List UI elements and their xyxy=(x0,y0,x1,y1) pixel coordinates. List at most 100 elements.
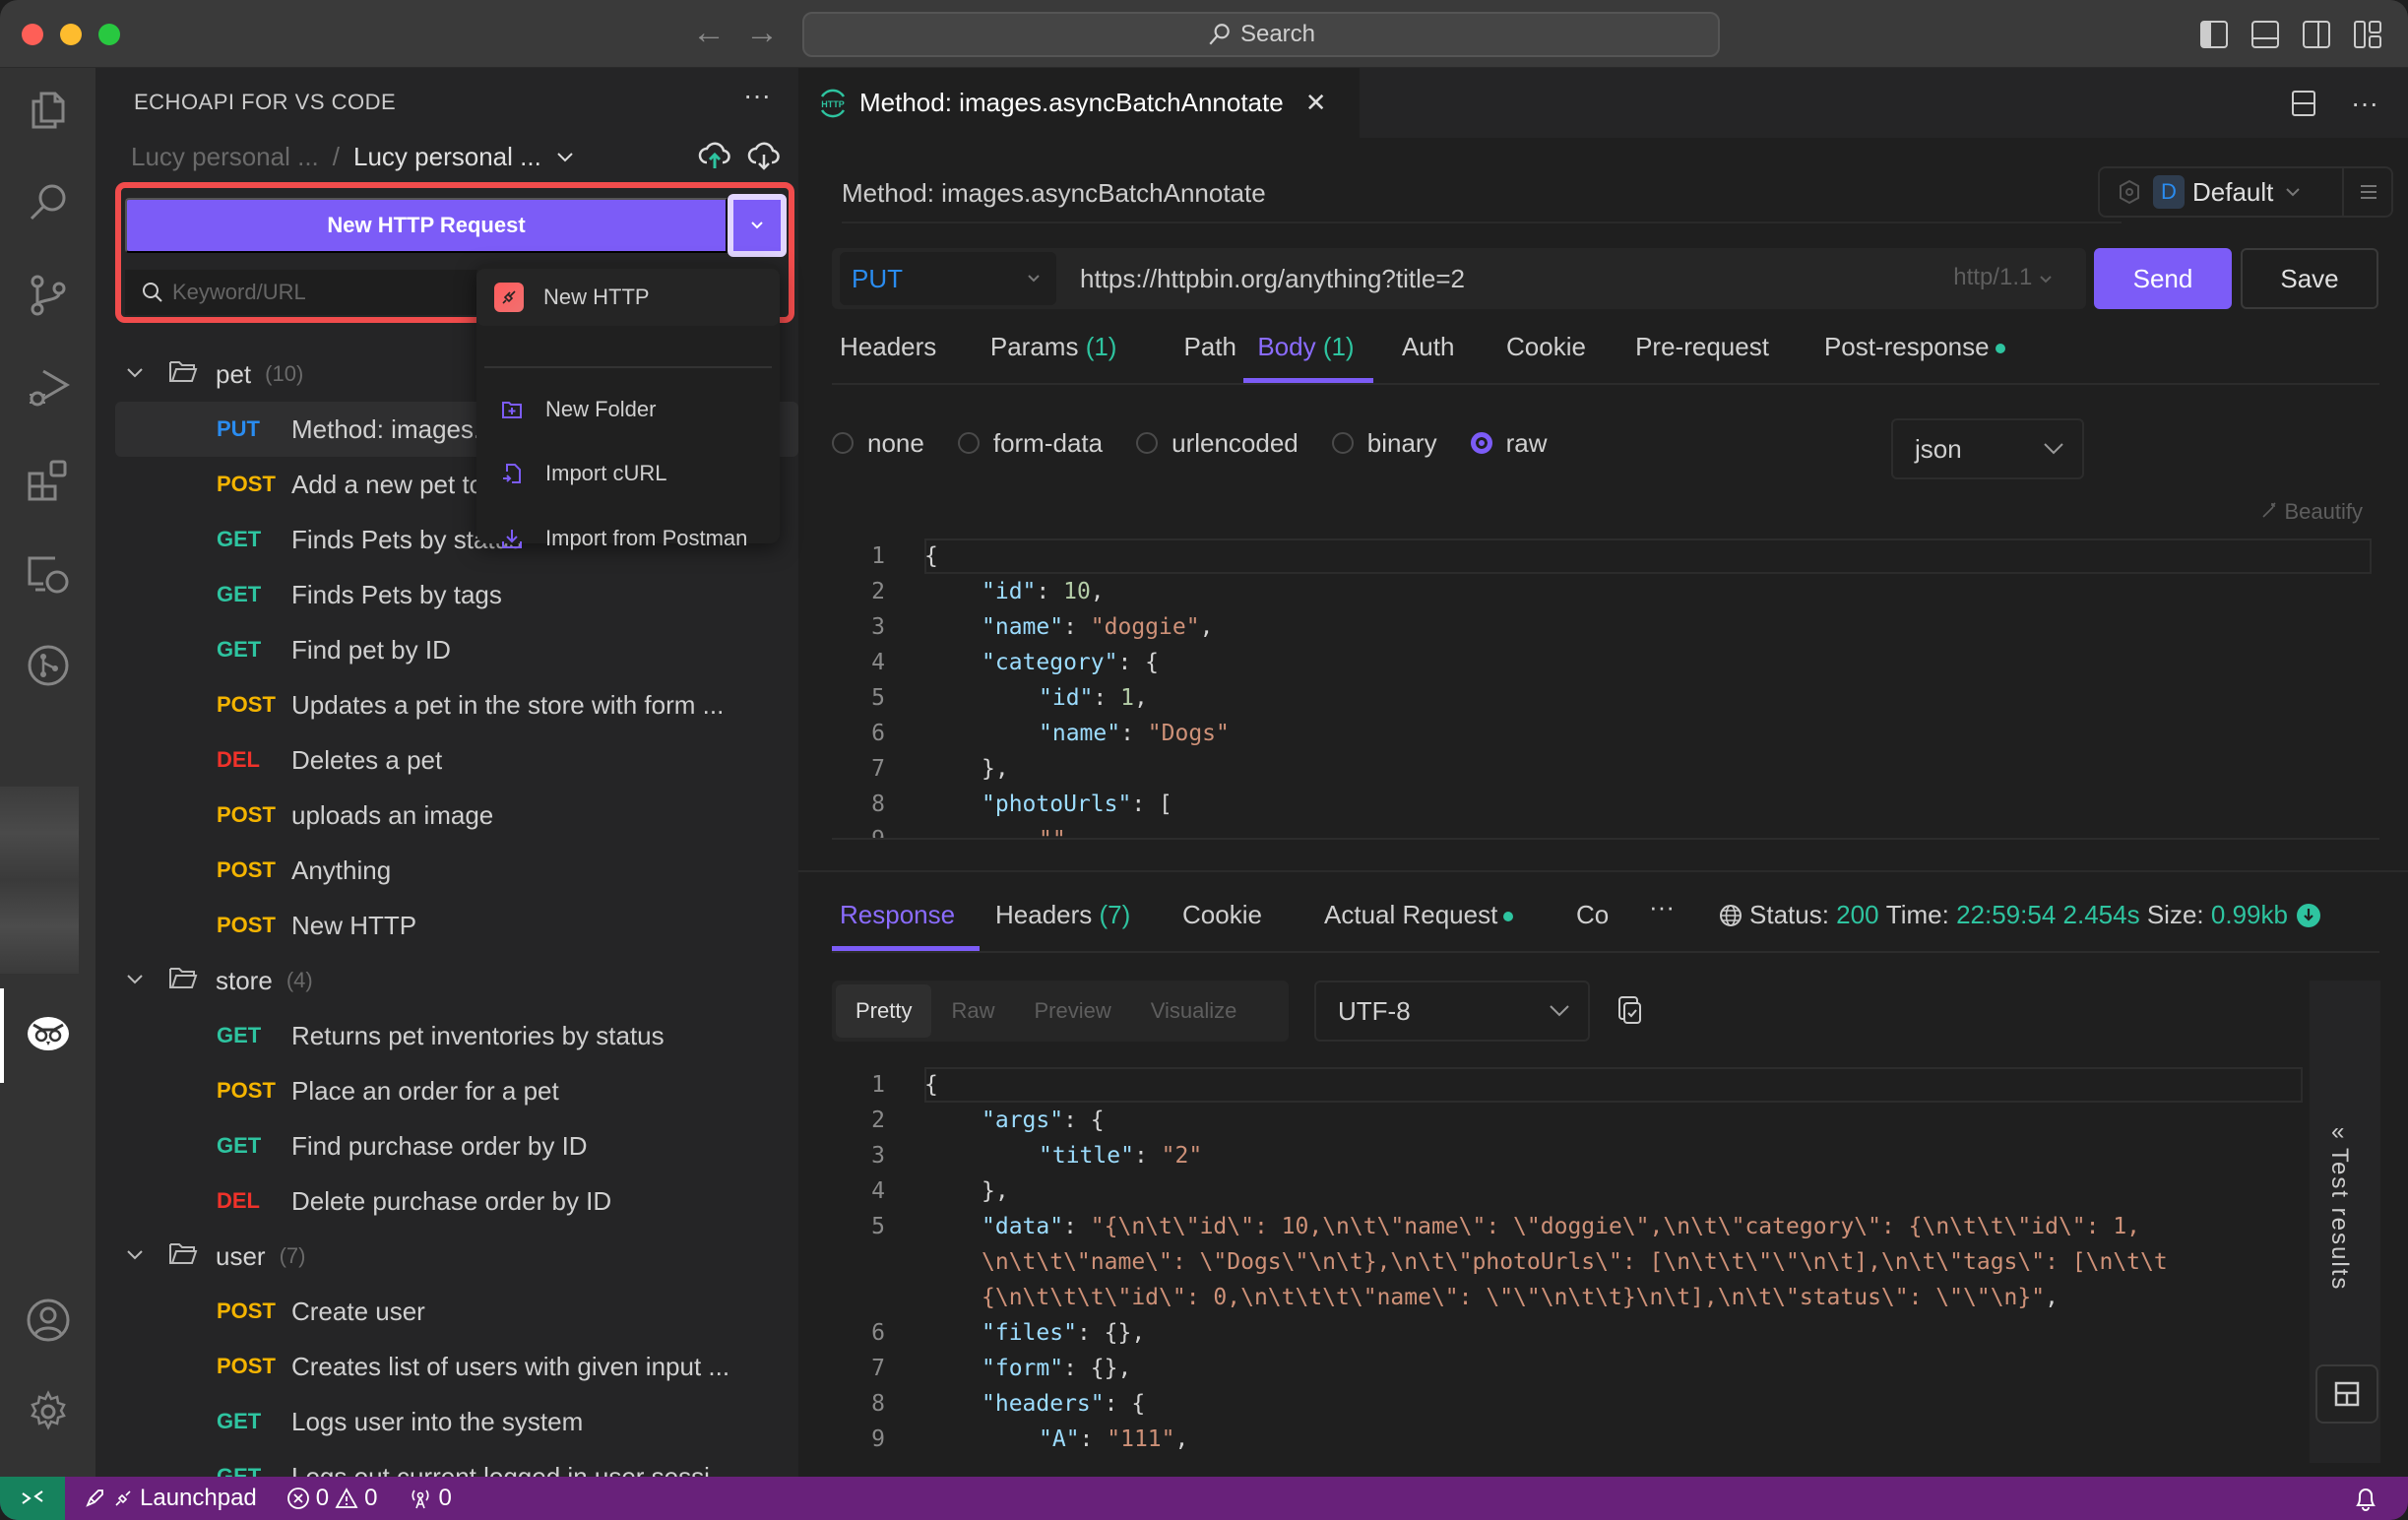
response-body-viewer[interactable]: 1{2 "args": {3 "title": "2" 4}, 5 "data": "{\… xyxy=(832,1067,2309,1451)
method-select[interactable]: PUT xyxy=(840,252,1056,305)
sidebar-more-icon[interactable]: ··· xyxy=(743,80,771,111)
accounts-icon[interactable] xyxy=(24,1296,73,1345)
extensions-icon[interactable] xyxy=(24,456,73,505)
remote-indicator[interactable] xyxy=(0,1477,65,1520)
save-button[interactable]: Save xyxy=(2241,248,2378,309)
tab-method-images-asyncbatchannotate[interactable]: HTTP Method: images.asyncBatchAnnotate ✕ xyxy=(798,68,1360,138)
request-item[interactable]: POST Place an order for a pet xyxy=(95,1063,798,1118)
problems-item[interactable]: 0 0 xyxy=(286,1485,378,1512)
toggle-secondary-sidebar-icon[interactable] xyxy=(2302,20,2331,49)
notifications-bell-icon[interactable] xyxy=(2353,1485,2378,1512)
radio-button[interactable] xyxy=(1331,432,1354,454)
body-type-raw[interactable]: raw xyxy=(1470,428,1548,459)
request-item[interactable]: GET Returns pet inventories by status xyxy=(95,1008,798,1063)
minimize-window-button[interactable] xyxy=(60,24,82,45)
request-item[interactable]: POST Updates a pet in the store with form… xyxy=(95,677,798,732)
request-item[interactable]: POST Create user xyxy=(95,1284,798,1339)
tab-path[interactable]: Path xyxy=(1183,332,1236,362)
folder-store[interactable]: store (4) xyxy=(95,953,798,1008)
more-tabs-icon[interactable]: ··· xyxy=(1649,892,1675,922)
menu-item-new-http[interactable]: New HTTP xyxy=(476,269,780,326)
menu-item-import-curl[interactable]: Import cURL xyxy=(476,449,780,498)
request-item[interactable]: POST Creates list of users with given inp… xyxy=(95,1339,798,1394)
encoding-select[interactable]: UTF-8 xyxy=(1314,981,1590,1042)
customize-layout-icon[interactable] xyxy=(2353,20,2382,49)
tab-auth[interactable]: Auth xyxy=(1402,332,1455,362)
forward-arrow-icon[interactable]: → xyxy=(745,14,779,52)
menu-item-new-folder[interactable]: New Folder xyxy=(476,385,780,434)
chevron-down-icon[interactable] xyxy=(125,970,149,992)
breadcrumb-workspace[interactable]: Lucy personal ... xyxy=(131,142,319,172)
tab-pre-request[interactable]: Pre-request xyxy=(1635,332,1769,362)
tab-params[interactable]: Params (1) xyxy=(990,332,1117,362)
command-center-search[interactable]: Search xyxy=(802,12,1720,57)
chevron-down-icon[interactable] xyxy=(125,363,149,386)
tab-body[interactable]: Body (1) xyxy=(1257,332,1354,362)
new-request-dropdown-button[interactable] xyxy=(728,194,787,257)
radio-button[interactable] xyxy=(1470,432,1492,454)
explorer-icon[interactable] xyxy=(24,86,73,135)
breadcrumb-project[interactable]: Lucy personal ... xyxy=(353,142,541,172)
raw-format-select[interactable]: json xyxy=(1891,418,2084,479)
more-actions-icon[interactable]: ··· xyxy=(2351,88,2378,119)
tab-post-response[interactable]: Post-response xyxy=(1824,332,2005,362)
split-editor-icon[interactable] xyxy=(2290,90,2317,117)
body-type-none[interactable]: none xyxy=(832,428,924,459)
layout-toggle-button[interactable] xyxy=(2315,1364,2378,1424)
tab-headers[interactable]: Headers xyxy=(840,332,936,362)
request-item[interactable]: GET Find purchase order by ID xyxy=(95,1118,798,1173)
beautify-button[interactable]: Beautify xyxy=(2260,499,2363,525)
body-type-binary[interactable]: binary xyxy=(1331,428,1437,459)
request-item[interactable]: POST uploads an image xyxy=(95,788,798,843)
cloud-upload-icon[interactable] xyxy=(698,139,731,172)
back-arrow-icon[interactable]: ← xyxy=(692,14,726,52)
request-item[interactable]: DEL Delete purchase order by ID xyxy=(95,1173,798,1229)
radio-button[interactable] xyxy=(957,432,980,454)
environment-selector[interactable]: D Default xyxy=(2098,166,2393,218)
body-type-urlencoded[interactable]: urlencoded xyxy=(1136,428,1299,459)
request-item[interactable]: POST New HTTP xyxy=(95,898,798,953)
close-tab-icon[interactable]: ✕ xyxy=(1305,88,1327,118)
chevron-down-icon[interactable] xyxy=(125,1245,149,1268)
test-results-panel[interactable]: « Test results xyxy=(2310,981,2380,1463)
environment-menu-icon[interactable] xyxy=(2358,181,2379,203)
view-mode-preview[interactable]: Preview xyxy=(1014,984,1130,1038)
maximize-window-button[interactable] xyxy=(98,24,120,45)
send-button[interactable]: Send xyxy=(2094,248,2232,309)
remote-explorer-icon[interactable] xyxy=(24,548,73,598)
settings-gear-icon[interactable] xyxy=(24,1387,73,1436)
ports-item[interactable]: 0 xyxy=(408,1485,452,1512)
response-tab-cookie[interactable]: Cookie xyxy=(1182,900,1262,930)
response-tab-actual-request[interactable]: Actual Request xyxy=(1324,900,1514,930)
chevrons-left-icon[interactable]: « xyxy=(2331,1118,2344,1146)
view-mode-visualize[interactable]: Visualize xyxy=(1131,984,1257,1038)
launchpad-item[interactable]: Launchpad xyxy=(83,1485,257,1512)
copy-icon[interactable] xyxy=(1616,995,1645,1027)
source-control-icon[interactable] xyxy=(24,271,73,320)
close-window-button[interactable] xyxy=(22,24,43,45)
request-item[interactable]: GET Finds Pets by tags xyxy=(95,567,798,622)
http-version-select[interactable]: http/1.1 xyxy=(1953,264,2053,291)
request-name[interactable]: Method: images.asyncBatchAnnotate xyxy=(842,178,1266,209)
request-item[interactable]: POST Anything xyxy=(95,843,798,898)
toggle-panel-icon[interactable] xyxy=(2250,20,2280,49)
folder-user[interactable]: user (7) xyxy=(95,1229,798,1284)
menu-item-import-postman[interactable]: Import from Postman xyxy=(476,514,780,563)
chevron-down-icon[interactable] xyxy=(555,151,575,164)
run-debug-icon[interactable] xyxy=(24,363,73,412)
search-icon[interactable] xyxy=(24,178,73,227)
request-item[interactable]: GET Logs user into the system xyxy=(95,1394,798,1449)
cloud-download-icon[interactable] xyxy=(747,139,781,172)
request-item[interactable]: DEL Deletes a pet xyxy=(95,732,798,788)
body-type-form-data[interactable]: form-data xyxy=(957,428,1103,459)
response-tab-co[interactable]: Co xyxy=(1576,900,1609,930)
radio-button[interactable] xyxy=(1136,432,1159,454)
response-tab-response[interactable]: Response xyxy=(840,900,955,930)
request-body-editor[interactable]: 1{2 "id": 10, 3 "name": "doggie", 4 "category… xyxy=(832,538,2379,840)
download-response-icon[interactable] xyxy=(2296,903,2321,928)
echoapi-owl-icon[interactable] xyxy=(24,1009,73,1058)
url-input[interactable] xyxy=(1080,256,1868,301)
view-mode-raw[interactable]: Raw xyxy=(931,984,1014,1038)
tab-cookie[interactable]: Cookie xyxy=(1506,332,1586,362)
radio-button[interactable] xyxy=(832,432,854,454)
